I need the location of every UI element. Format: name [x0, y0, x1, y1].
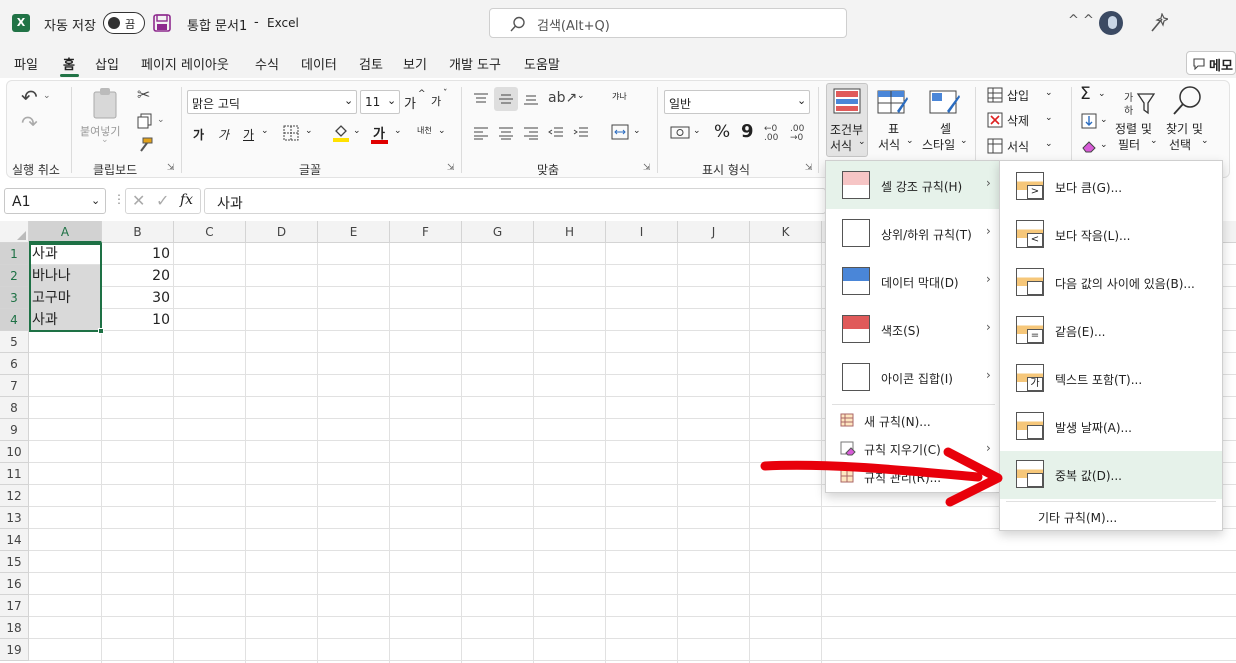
annotation-arrow — [760, 447, 1003, 507]
excel-window: X 자동 저장 끔 통합 문서1 - Excel 검색(Alt+Q) ^ ^ 파… — [0, 0, 1236, 663]
